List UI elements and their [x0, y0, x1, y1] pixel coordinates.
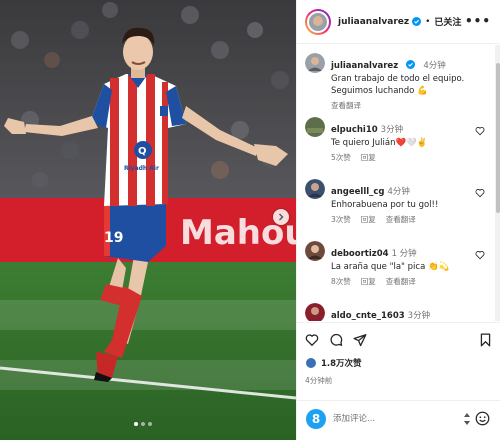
posted-time: 4分钟前 [305, 376, 333, 385]
caption-text: Gran trabajo de todo el equipo. Seguimos… [331, 74, 465, 96]
comment-time: 3分钟 [380, 125, 404, 135]
like-comment-heart-icon[interactable] [475, 126, 485, 136]
verified-badge-icon [406, 60, 416, 69]
like-comment-heart-icon[interactable] [475, 250, 485, 260]
emoji-icon[interactable] [475, 411, 490, 426]
see-translation-link[interactable]: 查看翻译 [331, 101, 361, 110]
caption-time: 4分钟 [423, 61, 446, 71]
comment-username[interactable]: angeelll_cg [331, 187, 385, 197]
likes-count[interactable]: 1.8万次赞 [321, 357, 362, 369]
carousel-dot [134, 422, 138, 426]
comment-likes[interactable]: 8次赞 [331, 277, 351, 286]
svg-text:Q: Q [138, 146, 147, 157]
commenter-avatar[interactable] [305, 117, 325, 137]
commenter-avatar[interactable] [305, 241, 325, 261]
reply-button[interactable]: 回复 [361, 153, 376, 162]
comments-scrollbar[interactable] [495, 45, 500, 321]
verified-badge-icon [412, 17, 422, 26]
separator-dot: • [425, 16, 431, 27]
shorts-number: 19 [104, 230, 123, 246]
comment-likes[interactable]: 5次赞 [331, 153, 351, 162]
author-username[interactable]: juliaanalvarez [338, 17, 409, 27]
comment-time: 3分钟 [407, 311, 431, 321]
comment-likes[interactable]: 3次赞 [331, 215, 351, 224]
photo-scene: Mahou 19 Q Riyadh Air [0, 0, 296, 440]
scrollbar-thumb[interactable] [496, 63, 500, 213]
see-translation-link[interactable]: 查看翻译 [386, 277, 416, 286]
likes-summary[interactable]: 1.8万次赞 [305, 357, 362, 369]
comment-bubble-icon[interactable] [329, 333, 343, 347]
more-options-icon[interactable]: ••• [465, 14, 491, 28]
comment-input[interactable] [333, 411, 443, 427]
commenter-avatar[interactable] [305, 303, 325, 321]
post-actions: 1.8万次赞 4分钟前 [297, 322, 500, 400]
current-user-avatar: 8 [306, 409, 326, 429]
follow-status-button[interactable]: 已关注 [434, 15, 461, 28]
commenter-avatar[interactable] [305, 179, 325, 199]
author-avatar[interactable] [305, 8, 331, 35]
comment-username[interactable]: aldo_cnte_1603 [331, 311, 405, 321]
like-heart-icon[interactable] [305, 333, 319, 347]
comment-username[interactable]: deboortiz04 [331, 249, 389, 259]
sort-arrows-icon[interactable] [462, 412, 472, 426]
chevron-right-icon [279, 213, 284, 221]
caption-username[interactable]: juliaanalvarez [331, 61, 398, 71]
carousel-dots [134, 422, 152, 426]
save-bookmark-icon[interactable] [479, 333, 492, 347]
jersey-sponsor: Riyadh Air [124, 165, 159, 172]
carousel-dot [141, 422, 145, 426]
next-photo-button[interactable] [273, 209, 289, 225]
see-translation-link[interactable]: 查看翻译 [386, 215, 416, 224]
post-header: juliaanalvarez • 已关注 ••• [297, 0, 500, 44]
comment-time: 4分钟 [387, 187, 410, 197]
comment-username[interactable]: elpuchi10 [331, 125, 378, 135]
liker-avatar [305, 357, 317, 369]
like-comment-heart-icon[interactable] [475, 188, 485, 198]
comment-text: Te quiero Julián❤️🤍✌️ [331, 138, 428, 148]
caption-avatar[interactable] [305, 53, 325, 73]
carousel-dot [148, 422, 152, 426]
post-side-panel: juliaanalvarez • 已关注 ••• juliaanalvarez … [296, 0, 500, 440]
reply-button[interactable]: 回复 [361, 215, 376, 224]
comment-text: Enhorabuena por tu gol!! [331, 200, 439, 210]
reply-button[interactable]: 回复 [361, 277, 376, 286]
comment-composer: 8 [297, 400, 500, 440]
share-send-icon[interactable] [353, 333, 367, 347]
post-photo[interactable]: Mahou 19 Q Riyadh Air [0, 0, 296, 440]
comment-text: La araña que "la" pica 👏💫 [331, 262, 450, 272]
comment-time: 1 分钟 [391, 249, 417, 259]
comments-list[interactable]: juliaanalvarez 4分钟 Gran trabajo de todo … [297, 45, 495, 321]
